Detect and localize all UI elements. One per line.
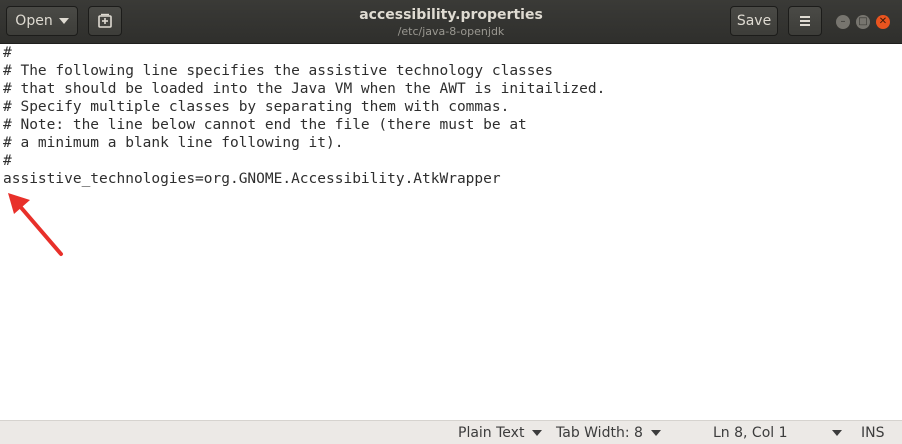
language-label: Plain Text xyxy=(458,425,525,441)
status-bar: Plain Text Tab Width: 8 Ln 8, Col 1 INS xyxy=(0,420,902,444)
chevron-down-icon xyxy=(831,430,842,436)
tab-width-label: Tab Width: 8 xyxy=(556,425,643,441)
tab-width-selector[interactable]: Tab Width: 8 xyxy=(556,424,661,442)
chevron-down-icon xyxy=(650,430,661,436)
cursor-position-label: Ln 8, Col 1 xyxy=(713,425,788,441)
annotation-arrow-icon xyxy=(8,193,63,256)
cursor-position-selector[interactable]: Ln 8, Col 1 xyxy=(713,424,842,442)
language-selector[interactable]: Plain Text xyxy=(458,424,543,442)
insert-mode-indicator: INS xyxy=(861,425,885,441)
chevron-down-icon xyxy=(532,430,543,436)
